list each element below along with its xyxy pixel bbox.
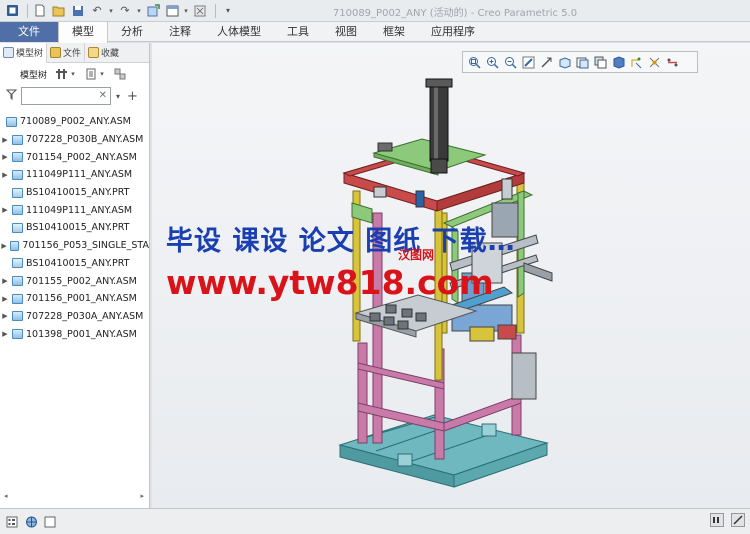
settings-icon[interactable] bbox=[55, 67, 69, 81]
watermark-line-2: www.ytw818.com bbox=[166, 263, 494, 302]
assembly-icon bbox=[12, 152, 23, 163]
tree-filter-icon[interactable] bbox=[113, 67, 127, 81]
show-icon[interactable] bbox=[84, 67, 98, 81]
tree-item[interactable]: 710089_P002_ANY.ASM bbox=[0, 113, 149, 131]
tab-tools[interactable]: 工具 bbox=[274, 22, 322, 42]
part-icon bbox=[12, 258, 23, 269]
expand-arrow-icon[interactable]: ▶ bbox=[0, 136, 10, 144]
tree-item[interactable]: BS10410015_ANY.PRT bbox=[0, 255, 149, 273]
clear-icon[interactable]: ✕ bbox=[99, 90, 107, 101]
tree-item-label: 111049P111_ANY.ASM bbox=[26, 169, 133, 181]
graphics-window[interactable]: 毕设 课设 论文 图纸 下载… www.ytw818.com 汉图网 bbox=[152, 43, 750, 508]
assembly-icon bbox=[6, 116, 17, 127]
tab-model-tree-label: 模型树 bbox=[16, 49, 44, 59]
dropdown-icon[interactable]: ▾ bbox=[116, 92, 120, 101]
navigator-panel: 模型树 文件 收藏 模型树 ▾ ▾ ✕ ▾ + 710089_P002_ANY.… bbox=[0, 42, 150, 508]
tab-model[interactable]: 模型 bbox=[58, 22, 108, 43]
tree-item[interactable]: ▶ 701154_P002_ANY.ASM bbox=[0, 148, 149, 166]
watermark-line-1: 毕设 课设 论文 图纸 下载… bbox=[166, 226, 516, 257]
expand-arrow-icon[interactable]: ▶ bbox=[0, 153, 10, 161]
favorites-icon bbox=[88, 47, 100, 58]
tree-item[interactable]: ▶ 101398_P001_ANY.ASM bbox=[0, 325, 149, 343]
tree-item-label: 701156_P053_SINGLE_STA bbox=[22, 240, 149, 252]
add-icon[interactable]: + bbox=[127, 89, 138, 104]
tree-item[interactable]: ▶ 707228_P030A_ANY.ASM bbox=[0, 308, 149, 326]
tab-annotate[interactable]: 注释 bbox=[156, 22, 204, 42]
expand-arrow-icon[interactable]: ▶ bbox=[0, 206, 10, 214]
tree-item-label: BS10410015_ANY.PRT bbox=[26, 222, 130, 234]
tab-favorites[interactable]: 收藏 bbox=[85, 43, 122, 63]
folder-icon bbox=[50, 47, 62, 58]
search-row: ✕ ▾ + bbox=[0, 85, 149, 107]
fullscreen-icon[interactable] bbox=[43, 515, 57, 529]
search-input[interactable]: ✕ bbox=[21, 87, 111, 105]
tab-analysis[interactable]: 分析 bbox=[108, 22, 156, 42]
status-bar bbox=[0, 508, 750, 534]
watermark-logo-text: 汉图网 bbox=[398, 248, 435, 262]
window-title: 710089_P002_ANY (活动的) - Creo Parametric … bbox=[332, 8, 578, 19]
tree-item[interactable]: ▶ 701156_P053_SINGLE_STA bbox=[0, 237, 149, 255]
tree-item-label: BS10410015_ANY.PRT bbox=[26, 257, 130, 269]
assembly-icon bbox=[10, 240, 20, 251]
tree-item-label: 111049P111_ANY.ASM bbox=[26, 204, 133, 216]
model-tree-toolbar: 模型树 ▾ ▾ bbox=[0, 63, 149, 85]
tree-item-label: 707228_P030B_ANY.ASM bbox=[26, 134, 144, 146]
tree-item-label: BS10410015_ANY.PRT bbox=[26, 187, 130, 199]
find-icon[interactable] bbox=[730, 513, 746, 527]
tree-item[interactable]: BS10410015_ANY.PRT bbox=[0, 219, 149, 237]
tab-framework[interactable]: 框架 bbox=[370, 22, 418, 42]
tree-item-label: 710089_P002_ANY.ASM bbox=[20, 116, 131, 128]
expand-arrow-icon[interactable]: ▶ bbox=[0, 312, 10, 320]
tab-applications[interactable]: 应用程序 bbox=[418, 22, 488, 42]
tree-item[interactable]: ▶ 701156_P001_ANY.ASM bbox=[0, 290, 149, 308]
browser-toggle-icon[interactable] bbox=[24, 515, 38, 529]
tree-item[interactable]: ▶ 111049P111_ANY.ASM bbox=[0, 201, 149, 219]
tree-item-label: 701155_P002_ANY.ASM bbox=[26, 275, 137, 287]
part-icon bbox=[12, 187, 23, 198]
dropdown-icon[interactable]: ▾ bbox=[70, 67, 76, 81]
expand-arrow-icon[interactable]: ▶ bbox=[0, 330, 10, 338]
tree-item-label: 701156_P001_ANY.ASM bbox=[26, 293, 137, 305]
assembly-icon bbox=[12, 276, 23, 287]
tree-item[interactable]: ▶ 707228_P030B_ANY.ASM bbox=[0, 131, 149, 149]
title-bar: ↶ ▾ ↷ ▾ ▾ ▾ 710089_P002_ANY (活动的) - Creo… bbox=[0, 0, 750, 22]
ribbon-tabs: 文件 模型 分析 注释 人体模型 工具 视图 框架 应用程序 bbox=[0, 22, 750, 43]
tree-item-label: 701154_P002_ANY.ASM bbox=[26, 151, 137, 163]
tab-file[interactable]: 文件 bbox=[0, 22, 58, 42]
expand-arrow-icon[interactable]: ▶ bbox=[0, 295, 10, 303]
assembly-icon bbox=[12, 205, 23, 216]
tab-favorites-label: 收藏 bbox=[101, 49, 120, 59]
assembly-icon bbox=[12, 311, 23, 322]
filter-icon[interactable] bbox=[5, 89, 18, 103]
cylinder-column bbox=[425, 78, 453, 174]
tab-folder-browser-label: 文件 bbox=[63, 49, 82, 59]
tree-item[interactable]: ▶ 701155_P002_ANY.ASM bbox=[0, 272, 149, 290]
tab-folder-browser[interactable]: 文件 bbox=[47, 42, 86, 63]
tree-item[interactable]: BS10410015_ANY.PRT bbox=[0, 184, 149, 202]
assembly-icon bbox=[12, 329, 23, 340]
assembly-icon bbox=[12, 293, 23, 304]
model-tree: 710089_P002_ANY.ASM ▶ 707228_P030B_ANY.ASM… bbox=[0, 113, 149, 343]
model-tree-icon bbox=[3, 47, 14, 58]
tab-manikin[interactable]: 人体模型 bbox=[204, 22, 274, 42]
model-tree-toolbar-label: 模型树 bbox=[20, 70, 48, 81]
tab-model-tree[interactable]: 模型树 bbox=[0, 42, 48, 63]
horizontal-scrollbar[interactable]: ◂ ▸ bbox=[4, 492, 144, 500]
assembly-icon bbox=[12, 169, 23, 180]
part-icon bbox=[12, 222, 23, 233]
expand-arrow-icon[interactable]: ▶ bbox=[0, 277, 10, 285]
dropdown-icon[interactable]: ▾ bbox=[99, 67, 105, 81]
assembly-icon bbox=[12, 134, 23, 145]
navigator-toggle-icon[interactable] bbox=[5, 515, 19, 529]
status-right bbox=[704, 513, 746, 527]
tab-view[interactable]: 视图 bbox=[322, 22, 370, 42]
tree-item-label: 707228_P030A_ANY.ASM bbox=[26, 310, 144, 322]
tree-item-label: 101398_P001_ANY.ASM bbox=[26, 328, 137, 340]
expand-arrow-icon[interactable]: ▶ bbox=[0, 242, 8, 250]
navigator-tabs: 模型树 文件 收藏 bbox=[0, 42, 149, 63]
selection-filter-icon[interactable] bbox=[709, 513, 725, 527]
tree-item[interactable]: ▶ 111049P111_ANY.ASM bbox=[0, 166, 149, 184]
expand-arrow-icon[interactable]: ▶ bbox=[0, 171, 10, 179]
